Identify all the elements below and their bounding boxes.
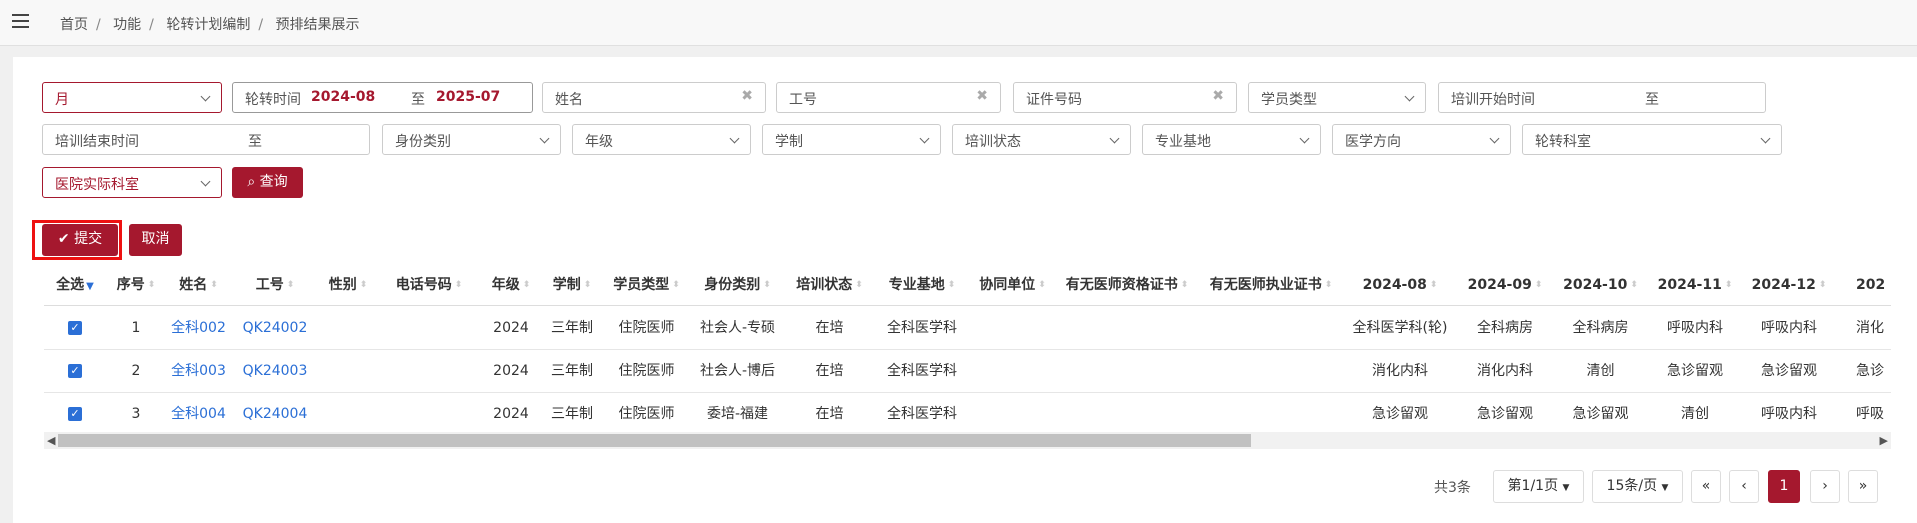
chevron-down-icon <box>200 176 211 187</box>
chevron-down-icon <box>919 133 930 144</box>
clear-icon[interactable]: ✖ <box>976 88 988 104</box>
name-link[interactable]: 全科003 <box>166 350 231 392</box>
page-select[interactable]: 第1/1页 ▼ <box>1493 470 1584 503</box>
header-month-1[interactable]: 2024-08 ⬍ <box>1343 264 1457 305</box>
staff-no-input[interactable]: 工号 ✖ <box>776 82 1001 113</box>
header-license[interactable]: 有无医师执业证书 ⬍ <box>1199 264 1343 305</box>
trainee-type-select[interactable]: 学员类型 <box>1248 82 1426 113</box>
breadcrumb-rotation-plan[interactable]: 轮转计划编制 <box>166 17 250 33</box>
header-no[interactable]: 序号 ⬍ <box>106 264 166 305</box>
header-month-3[interactable]: 2024-10 ⬍ <box>1553 264 1648 305</box>
period-select[interactable]: 月 <box>42 82 222 113</box>
name-link[interactable]: 全科002 <box>166 307 231 349</box>
header-month-4[interactable]: 2024-11 ⬍ <box>1648 264 1742 305</box>
header-qualification[interactable]: 有无医师资格证书 ⬍ <box>1055 264 1199 305</box>
chevron-down-icon <box>200 91 211 102</box>
name-input[interactable]: 姓名 ✖ <box>542 82 766 113</box>
table-row: ✓ 2 全科003 QK24003 2024 三年制 住院医师 社会人-博后 在… <box>44 350 1891 393</box>
clear-icon[interactable]: ✖ <box>1212 88 1224 104</box>
next-page-button[interactable]: › <box>1810 470 1840 503</box>
chevron-down-icon <box>729 133 740 144</box>
rotation-dept-select[interactable]: 轮转科室 <box>1522 124 1782 155</box>
rotation-time-range[interactable]: 轮转时间 2024-08 至 2025-07 <box>232 82 533 113</box>
table-header: 全选 ▼ 序号 ⬍ 姓名 ⬍ 工号 ⬍ 性别 ⬍ 电话号码 ⬍ 年级 ⬍ 学制 ⬍ 学员类型 ⬍ … <box>44 264 1891 306</box>
header-phone[interactable]: 电话号码 ⬍ <box>377 264 481 305</box>
header-select-all[interactable]: 全选 ▼ <box>44 264 106 305</box>
chevron-down-icon <box>1299 133 1310 144</box>
table-row: ✓ 1 全科002 QK24002 2024 三年制 住院医师 社会人-专硕 在… <box>44 307 1891 350</box>
header-status[interactable]: 培训状态 ⬍ <box>785 264 874 305</box>
breadcrumb: 首页 / 功能 / 轮转计划编制 / 预排结果展示 <box>60 17 360 33</box>
row-checkbox[interactable]: ✓ <box>68 407 82 421</box>
base-select[interactable]: 专业基地 <box>1142 124 1321 155</box>
header-partner[interactable]: 协同单位 ⬍ <box>970 264 1055 305</box>
header-length[interactable]: 学制 ⬍ <box>541 264 603 305</box>
clear-icon[interactable]: ✖ <box>741 88 753 104</box>
chevron-down-icon <box>1489 133 1500 144</box>
submit-button[interactable]: ✔ 提交 <box>42 224 118 256</box>
last-page-button[interactable]: » <box>1848 470 1878 503</box>
header-month-5[interactable]: 2024-12 ⬍ <box>1742 264 1836 305</box>
breadcrumb-function[interactable]: 功能 <box>113 17 141 33</box>
staff-link[interactable]: QK24004 <box>231 393 319 435</box>
scroll-left-icon[interactable]: ◀ <box>47 434 55 447</box>
program-length-select[interactable]: 学制 <box>762 124 941 155</box>
header-gender[interactable]: 性别 ⬍ <box>319 264 377 305</box>
page-size-select[interactable]: 15条/页 ▼ <box>1592 470 1683 503</box>
check-icon: ✔ <box>57 231 70 247</box>
rotation-end: 2025-07 <box>436 89 501 105</box>
breadcrumb-home[interactable]: 首页 <box>60 17 88 33</box>
chevron-down-icon <box>1404 91 1415 102</box>
chevron-down-icon <box>1109 133 1120 144</box>
row-checkbox[interactable]: ✓ <box>68 321 82 335</box>
rotation-start: 2024-08 <box>311 89 376 105</box>
result-table: 全选 ▼ 序号 ⬍ 姓名 ⬍ 工号 ⬍ 性别 ⬍ 电话号码 ⬍ 年级 ⬍ 学制 ⬍ 学员类型 ⬍ … <box>44 264 1891 450</box>
row-checkbox[interactable]: ✓ <box>68 364 82 378</box>
identity-type-select[interactable]: 身份类别 <box>382 124 561 155</box>
name-link[interactable]: 全科004 <box>166 393 231 435</box>
train-end-range[interactable]: 培训结束时间 至 <box>42 124 370 155</box>
staff-link[interactable]: QK24002 <box>231 307 319 349</box>
header-staff[interactable]: 工号 ⬍ <box>231 264 319 305</box>
header-name[interactable]: 姓名 ⬍ <box>166 264 231 305</box>
header-base[interactable]: 专业基地 ⬍ <box>874 264 970 305</box>
header-month-6[interactable]: 202 <box>1836 264 1891 305</box>
search-icon: ⌕ <box>247 174 256 190</box>
grade-select[interactable]: 年级 <box>572 124 751 155</box>
header-identity[interactable]: 身份类别 ⬍ <box>690 264 785 305</box>
id-no-input[interactable]: 证件号码 ✖ <box>1013 82 1237 113</box>
horizontal-scrollbar[interactable]: ◀ ▶ <box>44 432 1891 449</box>
train-status-select[interactable]: 培训状态 <box>952 124 1131 155</box>
header-grade[interactable]: 年级 ⬍ <box>481 264 541 305</box>
table-row: ✓ 3 全科004 QK24004 2024 三年制 住院医师 委培-福建 在培… <box>44 393 1891 436</box>
train-start-range[interactable]: 培训开始时间 至 <box>1438 82 1766 113</box>
query-button[interactable]: ⌕ 查询 <box>232 167 303 198</box>
header-month-2[interactable]: 2024-09 ⬍ <box>1457 264 1553 305</box>
menu-icon[interactable] <box>12 14 29 28</box>
staff-link[interactable]: QK24003 <box>231 350 319 392</box>
header-type[interactable]: 学员类型 ⬍ <box>603 264 690 305</box>
chevron-down-icon <box>1760 133 1771 144</box>
breadcrumb-current: 预排结果展示 <box>275 17 360 33</box>
hospital-dept-select[interactable]: 医院实际科室 <box>42 167 222 198</box>
total-count: 共3条 <box>1434 480 1471 496</box>
cancel-button[interactable]: 取消 <box>129 224 182 256</box>
direction-select[interactable]: 医学方向 <box>1332 124 1511 155</box>
scroll-right-icon[interactable]: ▶ <box>1880 434 1888 447</box>
first-page-button[interactable]: « <box>1691 470 1721 503</box>
page-1-button[interactable]: 1 <box>1768 470 1800 503</box>
prev-page-button[interactable]: ‹ <box>1729 470 1759 503</box>
scrollbar-thumb[interactable] <box>58 434 1251 447</box>
chevron-down-icon <box>539 133 550 144</box>
top-bar: 首页 / 功能 / 轮转计划编制 / 预排结果展示 <box>0 0 1917 46</box>
